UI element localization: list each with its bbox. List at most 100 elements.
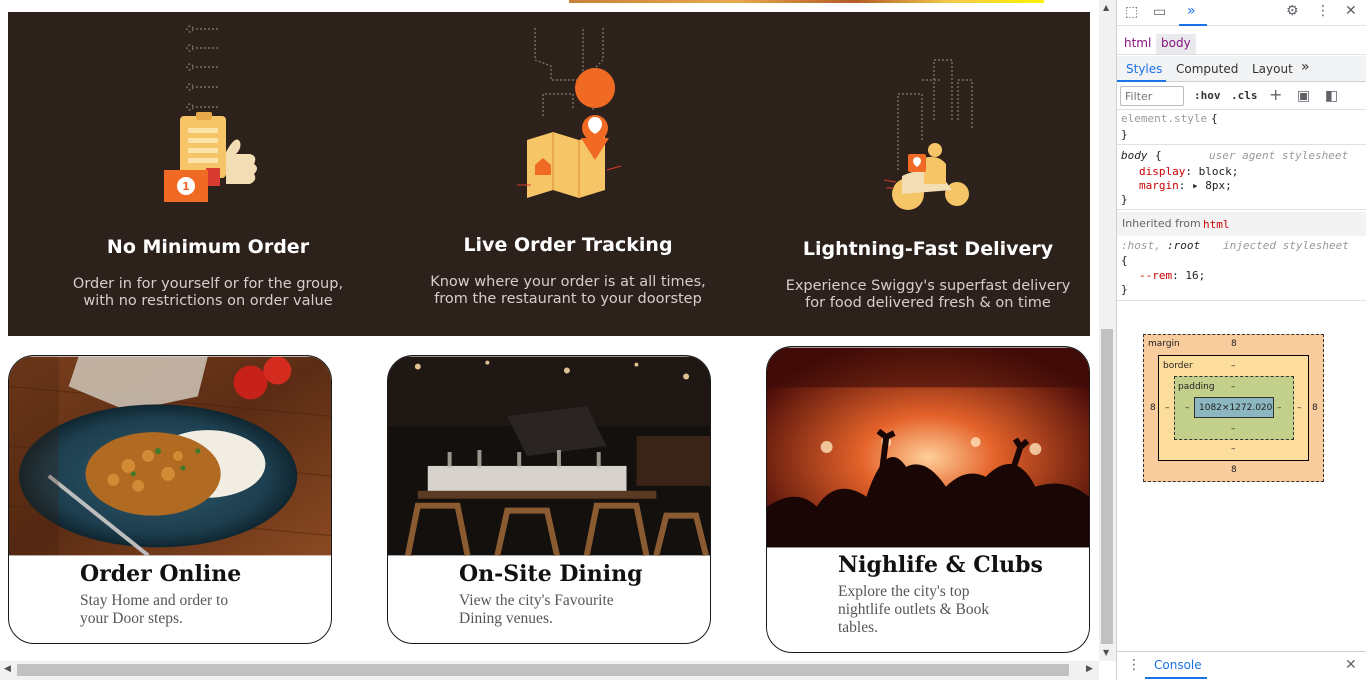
horizontal-scroll-thumb[interactable]	[17, 664, 1069, 676]
margin-bottom-value: 8	[1231, 465, 1237, 475]
prop-name: --rem	[1139, 269, 1173, 282]
root-selector: :root	[1167, 239, 1201, 252]
tab-console[interactable]: Console	[1145, 652, 1207, 679]
element-style-selector: element.style	[1121, 112, 1208, 125]
body-rule-close-brace: }	[1121, 193, 1128, 206]
feature-title: No Minimum Order	[106, 236, 310, 258]
card-desc-line1: Explore the city's top	[838, 583, 970, 600]
margin-left-value: 8	[1150, 403, 1156, 413]
kebab-menu-icon[interactable]: ⋮	[1316, 4, 1330, 18]
card-on-site-dining[interactable]: On-Site Dining View the city's Favourite…	[387, 355, 711, 644]
new-style-rule-icon[interactable]: +	[1269, 87, 1282, 103]
feature-no-minimum-order: 1 No Minimum Order Order in for yourself…	[58, 12, 358, 336]
breadcrumb-body[interactable]: body	[1156, 34, 1196, 54]
scroll-up-arrow-icon[interactable]: ▲	[1103, 3, 1109, 12]
padding-bottom-value: –	[1231, 424, 1236, 434]
body-rule-open-brace: {	[1155, 149, 1162, 162]
card-order-online[interactable]: Order Online Stay Home and order to your…	[8, 355, 332, 644]
breadcrumb-html[interactable]: html	[1119, 34, 1156, 54]
vertical-scrollbar[interactable]: ▲ ▼	[1099, 0, 1116, 661]
feature-desc-line2: from the restaurant to your doorstep	[434, 291, 702, 307]
element-style-open-brace: {	[1211, 112, 1218, 125]
close-drawer-icon[interactable]: ✕	[1345, 658, 1357, 672]
thumbs-up-order-icon: 1	[164, 25, 257, 202]
rule-separator	[1117, 300, 1366, 301]
more-panels-icon[interactable]: »	[1187, 4, 1196, 18]
vertical-scroll-thumb[interactable]	[1101, 329, 1113, 644]
card-desc-line2: nightlife outlets & Book	[838, 601, 990, 618]
delivery-scooter-icon	[883, 59, 973, 210]
feature-title: Lightning-Fast Delivery	[802, 238, 1054, 260]
border-label: border	[1163, 361, 1193, 371]
class-toggle[interactable]: .cls	[1231, 89, 1258, 102]
card-desc-line2: Dining venues.	[459, 610, 553, 627]
more-tabs-icon[interactable]: »	[1301, 59, 1310, 75]
feature-desc-line1: Know where your order is at all times,	[430, 274, 706, 290]
console-tab-label: Console	[1154, 658, 1202, 672]
devtools-panel: ⬚ ▭ » ⚙ ⋮ ✕ html body Styles Computed La…	[1116, 0, 1366, 680]
tab-styles[interactable]: Styles	[1126, 62, 1162, 76]
close-devtools-icon[interactable]: ✕	[1345, 4, 1357, 18]
box-model-diagram: margin 8 8 8 8 border – – – – padding – …	[1143, 334, 1324, 482]
prop-name: display	[1139, 165, 1186, 178]
border-top-value: –	[1231, 361, 1236, 371]
devtools-toolbar: ⬚ ▭ » ⚙ ⋮ ✕	[1117, 0, 1366, 26]
margin-right-value: 8	[1312, 403, 1318, 413]
feature-lightning-fast-delivery: Lightning-Fast Delivery Experience Swigg…	[778, 12, 1078, 336]
card-title: Order Online	[80, 561, 242, 587]
padding-top-value: –	[1231, 382, 1236, 392]
feature-title: Live Order Tracking	[463, 234, 673, 256]
styles-filter-row: :hov .cls + ▣ ◧	[1117, 84, 1366, 110]
features-section: 1 No Minimum Order Order in for yourself…	[8, 12, 1090, 336]
console-drawer-bar: ⋮ Console ✕	[1117, 651, 1366, 680]
feature-live-order-tracking: Live Order Tracking Know where your orde…	[418, 12, 718, 336]
feature-desc-line1: Order in for yourself or for the group,	[72, 276, 344, 292]
styles-tabbar: Styles Computed Layout »	[1117, 56, 1366, 82]
padding-left-value: –	[1185, 403, 1190, 413]
inherited-from-html-link[interactable]: html	[1203, 218, 1230, 231]
horizontal-scrollbar[interactable]: ◀ ▶	[0, 661, 1099, 680]
border-bottom-value: –	[1231, 444, 1236, 454]
card-desc-line2: your Door steps.	[80, 610, 183, 627]
drawer-menu-icon[interactable]: ⋮	[1127, 658, 1141, 672]
padding-right-value: –	[1277, 403, 1282, 413]
feature-desc-line2: with no restrictions on order value	[83, 293, 333, 309]
rule-separator	[1117, 209, 1366, 210]
concert-crowd-photo	[767, 347, 1089, 548]
scroll-down-arrow-icon[interactable]: ▼	[1103, 648, 1109, 657]
content-size-value: 1082×1272.020	[1199, 403, 1273, 413]
card-title: Nighlife & Clubs	[838, 552, 1043, 578]
card-title: On-Site Dining	[459, 561, 643, 587]
toggle-sidebar-icon[interactable]: ◧	[1325, 89, 1338, 103]
prop-rem[interactable]: --rem: 16;	[1139, 269, 1205, 282]
prop-value: block;	[1198, 165, 1239, 178]
prop-colon: :	[1172, 269, 1186, 282]
card-desc-line1: View the city's Favourite	[459, 592, 614, 609]
host-rule-source[interactable]: injected stylesheet	[1223, 239, 1349, 252]
scroll-left-arrow-icon[interactable]: ◀	[4, 664, 11, 674]
body-rule-source[interactable]: user agent stylesheet	[1209, 149, 1348, 162]
styles-filter-input[interactable]	[1120, 86, 1184, 106]
prop-colon: : ▸	[1178, 179, 1206, 192]
active-panel-indicator	[1179, 24, 1207, 26]
host-rule-close-brace: }	[1121, 283, 1128, 296]
card-nightlife-clubs[interactable]: Nighlife & Clubs Explore the city's top …	[766, 346, 1090, 653]
inspect-element-icon[interactable]: ⬚	[1125, 5, 1138, 19]
scroll-right-arrow-icon[interactable]: ▶	[1086, 664, 1093, 674]
dom-breadcrumb: html body	[1117, 31, 1366, 55]
tab-layout[interactable]: Layout	[1252, 62, 1293, 76]
padding-label: padding	[1178, 382, 1215, 392]
device-toggle-icon[interactable]: ▭	[1153, 5, 1166, 19]
settings-gear-icon[interactable]: ⚙	[1286, 4, 1299, 18]
prop-colon: :	[1185, 165, 1199, 178]
margin-top-value: 8	[1231, 339, 1237, 349]
prop-margin[interactable]: margin: ▸ 8px;	[1139, 179, 1232, 192]
paint-brush-icon[interactable]: ▣	[1297, 89, 1310, 103]
card-desc-line1: Stay Home and order to	[80, 592, 229, 609]
prop-value: 8px;	[1205, 179, 1232, 192]
tab-computed[interactable]: Computed	[1176, 62, 1238, 76]
order-badge-number: 1	[182, 180, 190, 193]
hover-state-toggle[interactable]: :hov	[1194, 89, 1221, 102]
body-rule-selector: body	[1121, 149, 1148, 162]
prop-display[interactable]: display: block;	[1139, 165, 1238, 178]
